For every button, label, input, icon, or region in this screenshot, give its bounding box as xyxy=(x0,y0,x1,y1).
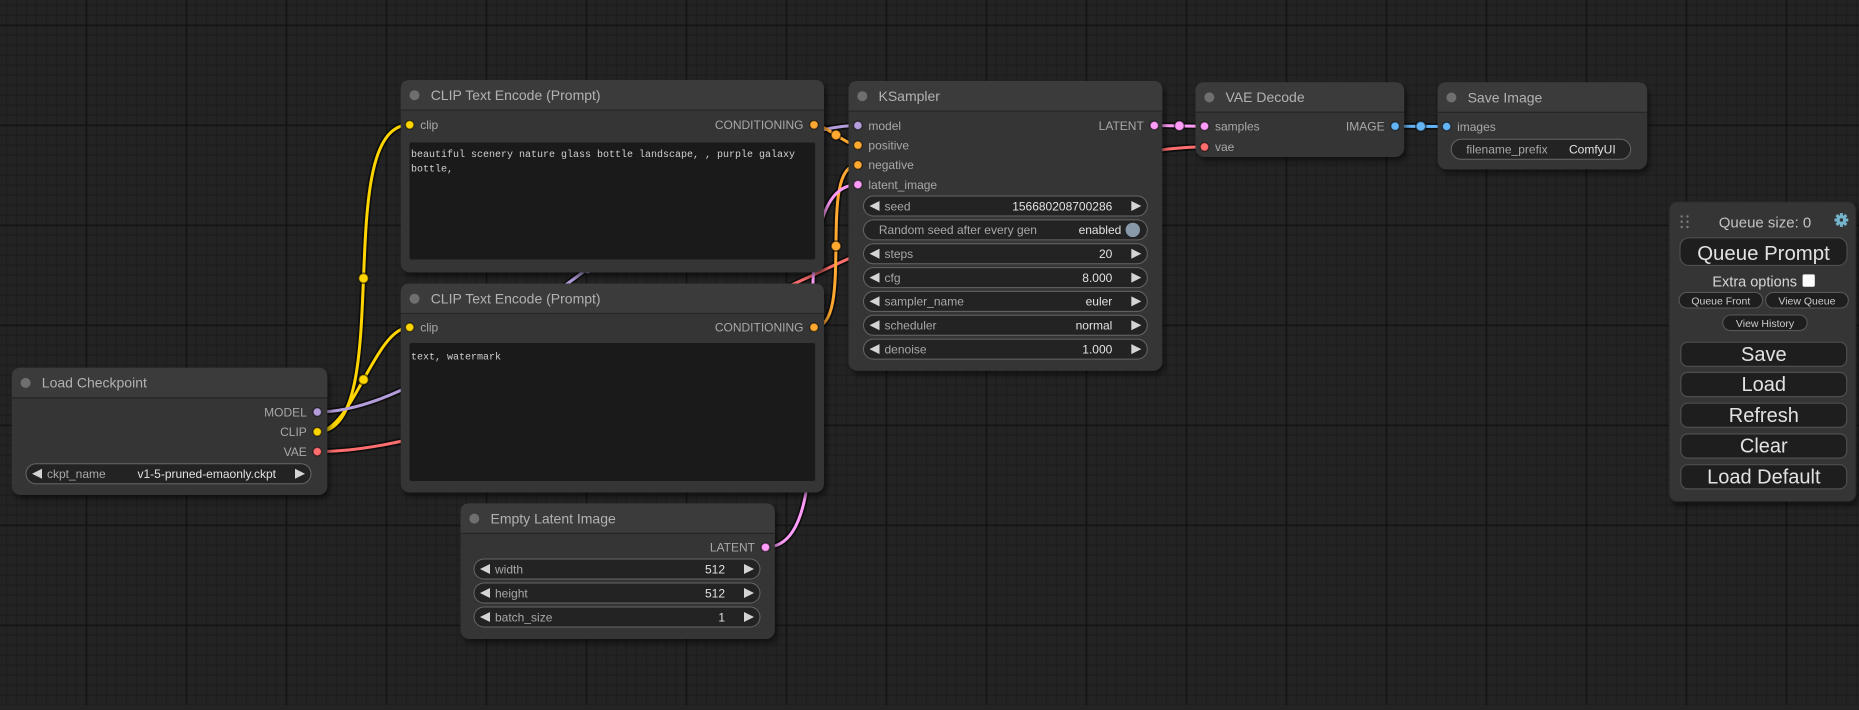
svg-text:clip: clip xyxy=(420,321,438,335)
svg-text:filename_prefix: filename_prefix xyxy=(1466,143,1547,157)
svg-text:CLIP Text Encode (Prompt): CLIP Text Encode (Prompt) xyxy=(431,291,601,307)
svg-text:CONDITIONING: CONDITIONING xyxy=(715,321,804,335)
svg-text:LATENT: LATENT xyxy=(1099,119,1145,133)
svg-text:cfg: cfg xyxy=(885,271,901,285)
svg-text:VAE Decode: VAE Decode xyxy=(1226,89,1305,105)
svg-text:bottle,: bottle, xyxy=(411,163,453,175)
svg-text:View Queue: View Queue xyxy=(1778,296,1835,308)
svg-text:beautiful scenery nature glass: beautiful scenery nature glass bottle la… xyxy=(411,149,795,161)
svg-text:8.000: 8.000 xyxy=(1082,271,1112,285)
svg-text:vae: vae xyxy=(1215,140,1235,154)
svg-text:width: width xyxy=(494,562,523,576)
svg-text:Clear: Clear xyxy=(1740,436,1788,458)
svg-text:MODEL: MODEL xyxy=(264,405,307,419)
svg-text:latent_image: latent_image xyxy=(868,178,937,192)
svg-text:Queue size: 0: Queue size: 0 xyxy=(1719,215,1812,232)
svg-text:512: 512 xyxy=(705,562,725,576)
svg-text:1: 1 xyxy=(718,610,725,624)
svg-text:height: height xyxy=(495,586,528,600)
svg-text:CONDITIONING: CONDITIONING xyxy=(715,118,804,132)
svg-text:Queue Prompt: Queue Prompt xyxy=(1697,243,1830,265)
svg-text:steps: steps xyxy=(885,247,914,261)
svg-text:20: 20 xyxy=(1099,247,1113,261)
svg-text:v1-5-pruned-emaonly.ckpt: v1-5-pruned-emaonly.ckpt xyxy=(137,467,276,481)
svg-text:samples: samples xyxy=(1215,120,1260,134)
svg-text:512: 512 xyxy=(705,586,725,600)
svg-text:negative: negative xyxy=(868,158,914,172)
svg-text:euler: euler xyxy=(1086,295,1113,309)
svg-text:Random seed after every gen: Random seed after every gen xyxy=(879,223,1037,237)
svg-text:1.000: 1.000 xyxy=(1082,342,1112,356)
svg-text:IMAGE: IMAGE xyxy=(1346,120,1385,134)
svg-text:Queue Front: Queue Front xyxy=(1691,296,1750,308)
svg-text:Refresh: Refresh xyxy=(1729,405,1799,427)
svg-text:seed: seed xyxy=(885,199,911,213)
svg-text:normal: normal xyxy=(1076,319,1113,333)
svg-text:KSampler: KSampler xyxy=(879,88,941,104)
svg-text:scheduler: scheduler xyxy=(885,319,937,333)
svg-text:model: model xyxy=(868,119,901,133)
svg-text:VAE: VAE xyxy=(284,445,307,459)
svg-text:Load Checkpoint: Load Checkpoint xyxy=(42,375,147,391)
svg-text:Empty Latent Image: Empty Latent Image xyxy=(491,510,617,526)
svg-text:ckpt_name: ckpt_name xyxy=(47,467,106,481)
svg-text:Load Default: Load Default xyxy=(1707,466,1821,488)
svg-text:images: images xyxy=(1457,120,1496,134)
svg-text:denoise: denoise xyxy=(885,342,927,356)
svg-text:156680208700286: 156680208700286 xyxy=(1012,199,1112,213)
svg-text:positive: positive xyxy=(868,139,909,153)
svg-text:View History: View History xyxy=(1736,318,1795,330)
svg-text:clip: clip xyxy=(420,118,438,132)
svg-text:ComfyUI: ComfyUI xyxy=(1569,143,1616,157)
svg-text:Save: Save xyxy=(1741,344,1787,366)
svg-text:Save Image: Save Image xyxy=(1468,89,1543,105)
svg-text:text, watermark: text, watermark xyxy=(411,352,501,364)
svg-text:sampler_name: sampler_name xyxy=(885,295,965,309)
svg-text:Load: Load xyxy=(1742,374,1787,396)
svg-text:LATENT: LATENT xyxy=(710,541,756,555)
svg-text:Extra options: Extra options xyxy=(1712,275,1797,291)
svg-text:enabled: enabled xyxy=(1079,223,1122,237)
svg-text:CLIP: CLIP xyxy=(280,425,307,439)
svg-text:CLIP Text Encode (Prompt): CLIP Text Encode (Prompt) xyxy=(431,87,601,103)
svg-text:batch_size: batch_size xyxy=(495,610,553,624)
